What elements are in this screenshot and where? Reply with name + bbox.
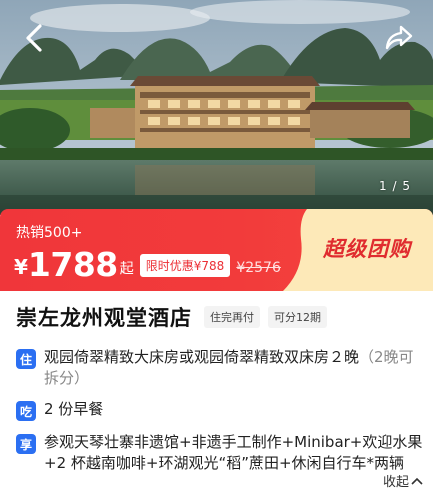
- share-arrow-icon: [385, 25, 413, 50]
- hero-image-gallery[interactable]: 1 / 5: [0, 0, 433, 215]
- price-amount: 1788: [27, 245, 118, 284]
- stay-description: 观园倚翠精致大床房或观园倚翠精致双床房２晚: [44, 348, 360, 366]
- campaign-label: 超级团购: [323, 237, 411, 261]
- hotel-title-row: 崇左龙州观堂酒店 住完再付 可分12期: [0, 291, 433, 343]
- hotel-name: 崇左龙州观堂酒店: [16, 306, 192, 330]
- price-row: ¥ 1788 起 限时优惠¥788 ¥2576: [14, 247, 281, 283]
- package-item-stay: 住 观园倚翠精致大床房或观园倚翠精致双床房２晚（2晚可拆分）: [16, 347, 426, 389]
- eat-badge: 吃: [16, 401, 36, 421]
- share-button[interactable]: [379, 18, 419, 58]
- tag-installment: 可分12期: [268, 306, 327, 328]
- collapse-label: 收起: [382, 475, 409, 490]
- sales-count: 热销500+: [16, 225, 83, 241]
- collapse-button[interactable]: 收起: [378, 471, 423, 490]
- chevron-up-icon: [411, 477, 423, 485]
- enjoy-description: 参观天琴壮寨非遗馆+非遗手工制作+Minibar+欢迎水果+2 杯越南咖啡+环湖…: [44, 433, 423, 472]
- tag-pay-after-stay: 住完再付: [204, 306, 260, 328]
- package-item-enjoy: 享 参观天琴壮寨非遗馆+非遗手工制作+Minibar+欢迎水果+2 杯越南咖啡+…: [16, 432, 426, 474]
- discount-badge: 限时优惠¥788: [139, 254, 231, 277]
- package-item-text: 观园倚翠精致大床房或观园倚翠精致双床房２晚（2晚可拆分）: [44, 347, 426, 389]
- chevron-left-icon: [26, 24, 42, 52]
- back-button[interactable]: [14, 18, 54, 58]
- image-pager: 1 / 5: [379, 179, 411, 193]
- enjoy-badge: 享: [16, 434, 36, 454]
- currency-symbol: ¥: [14, 255, 28, 279]
- price-suffix: 起: [119, 261, 134, 277]
- hotel-photo: [0, 0, 433, 215]
- stay-badge: 住: [16, 349, 36, 369]
- original-price: ¥2576: [236, 260, 281, 276]
- package-item-eat: 吃 2 份早餐: [16, 399, 426, 421]
- eat-description: 2 份早餐: [44, 400, 104, 418]
- promo-banner: 热销500+ ¥ 1788 起 限时优惠¥788 ¥2576 超级团购: [0, 209, 433, 291]
